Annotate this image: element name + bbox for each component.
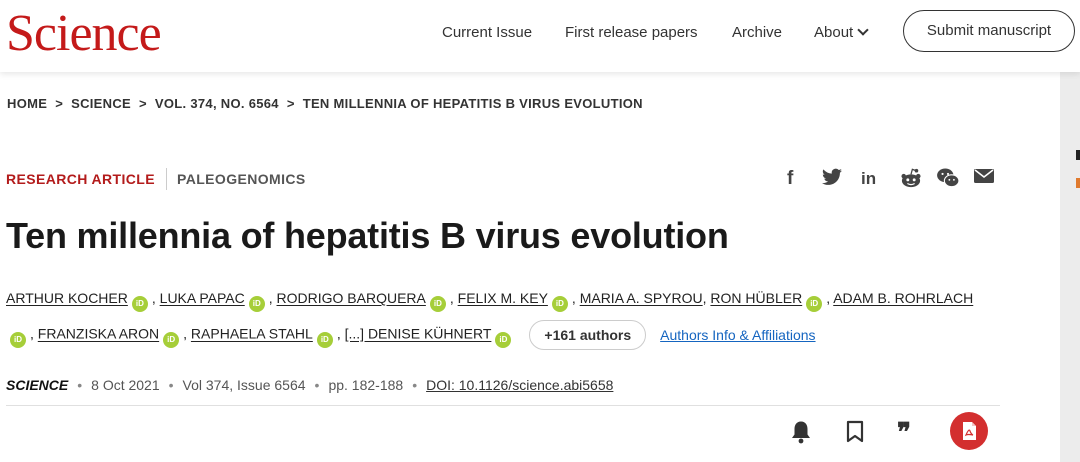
author-name[interactable]: RON HÜBLER (710, 290, 802, 306)
divider (166, 168, 167, 190)
author-list: ARTHUR KOCHER iD, LUKA PAPAC iD, RODRIGO B… (6, 290, 973, 312)
cite-icon[interactable]: ❞ (897, 420, 911, 446)
journal-name[interactable]: SCIENCE (6, 377, 68, 393)
author-name[interactable]: [...] DENISE KÜHNERT (345, 326, 492, 342)
divider (6, 405, 1000, 406)
breadcrumb: HOME > SCIENCE > VOL. 374, NO. 6564 > TEN MILL… (7, 96, 643, 111)
author-name[interactable]: FRANZISKA ARON (38, 326, 159, 342)
nav-first-release-papers[interactable]: First release papers (565, 22, 698, 44)
edge-fragment (1076, 150, 1080, 160)
nav-archive[interactable]: Archive (732, 22, 782, 44)
meta-separator: • (168, 377, 174, 393)
breadcrumb-issue[interactable]: VOL. 374, NO. 6564 (155, 96, 279, 111)
article-subject[interactable]: PALEOGENOMICS (177, 171, 306, 187)
orcid-icon[interactable]: iD (10, 331, 26, 348)
science-logo[interactable]: Science (6, 4, 162, 64)
article-type[interactable]: RESEARCH ARTICLE (6, 171, 155, 187)
bell-icon[interactable] (790, 420, 812, 444)
orcid-icon[interactable]: iD (551, 296, 568, 312)
breadcrumb-home[interactable]: HOME (7, 96, 47, 111)
facebook-icon[interactable]: f (787, 168, 793, 190)
author-name[interactable]: FELIX M. KEY (458, 290, 548, 306)
breadcrumb-current: TEN MILLENNIA OF HEPATITIS B VIRUS EVOLU… (302, 96, 643, 111)
author-name[interactable]: LUKA PAPAC (160, 290, 245, 306)
nav-about-label: About (814, 24, 854, 41)
site-header: Science Current Issue First release pape… (0, 0, 1080, 72)
more-authors-button[interactable]: +161 authors (529, 320, 647, 350)
orcid-icon[interactable]: iD (429, 296, 446, 312)
nav-about[interactable]: About (814, 22, 869, 44)
breadcrumb-separator: > (286, 96, 295, 111)
breadcrumb-science[interactable]: SCIENCE (71, 96, 131, 111)
linkedin-icon[interactable]: in (861, 168, 876, 190)
pdf-icon[interactable] (950, 412, 988, 450)
author-name[interactable]: RAPHAELA STAHL (191, 326, 313, 342)
breadcrumb-separator: > (139, 96, 147, 111)
article-title: Ten millennia of hepatitis B virus evolu… (6, 215, 729, 256)
authors-info-link[interactable]: Authors Info & Affiliations (660, 327, 815, 343)
nav-current-issue[interactable]: Current Issue (442, 22, 532, 44)
email-icon[interactable] (974, 168, 994, 190)
bookmark-icon[interactable] (845, 420, 865, 444)
twitter-icon[interactable] (822, 168, 842, 190)
orcid-icon[interactable]: iD (163, 331, 180, 348)
article-panel (0, 72, 1060, 462)
orcid-icon[interactable]: iD (806, 296, 823, 312)
page: Science Current Issue First release pape… (0, 0, 1080, 462)
author-list-continued: iD, FRANZISKA ARON iD, RAPHAELA STAHL iD, … (6, 320, 816, 350)
meta-separator: • (412, 377, 418, 393)
author-name[interactable]: ADAM B. ROHRLACH (833, 290, 973, 306)
volume-issue[interactable]: Vol 374, Issue 6564 (183, 377, 306, 393)
doi-link[interactable]: DOI: 10.1126/science.abi5658 (426, 377, 613, 393)
publication-date: 8 Oct 2021 (91, 377, 160, 393)
submit-manuscript-button[interactable]: Submit manuscript (903, 10, 1075, 52)
publication-meta: SCIENCE • 8 Oct 2021 • Vol 374, Issue 6564 • p… (6, 377, 613, 393)
author-name[interactable]: ARTHUR KOCHER (6, 290, 128, 306)
page-range: pp. 182-188 (328, 377, 404, 393)
reddit-icon[interactable] (900, 168, 922, 190)
edge-fragment (1076, 178, 1080, 188)
orcid-icon[interactable]: iD (316, 331, 333, 348)
orcid-icon[interactable]: iD (131, 296, 148, 312)
meta-separator: • (77, 377, 83, 393)
chevron-down-icon (857, 24, 869, 36)
wechat-icon[interactable] (936, 168, 960, 190)
meta-separator: • (314, 377, 320, 393)
author-name[interactable]: MARIA A. SPYROU (580, 290, 703, 306)
breadcrumb-separator: > (55, 96, 64, 111)
orcid-icon[interactable]: iD (248, 296, 265, 312)
author-name[interactable]: RODRIGO BARQUERA (277, 290, 426, 306)
right-gutter (1060, 72, 1080, 462)
orcid-icon[interactable]: iD (495, 331, 512, 348)
